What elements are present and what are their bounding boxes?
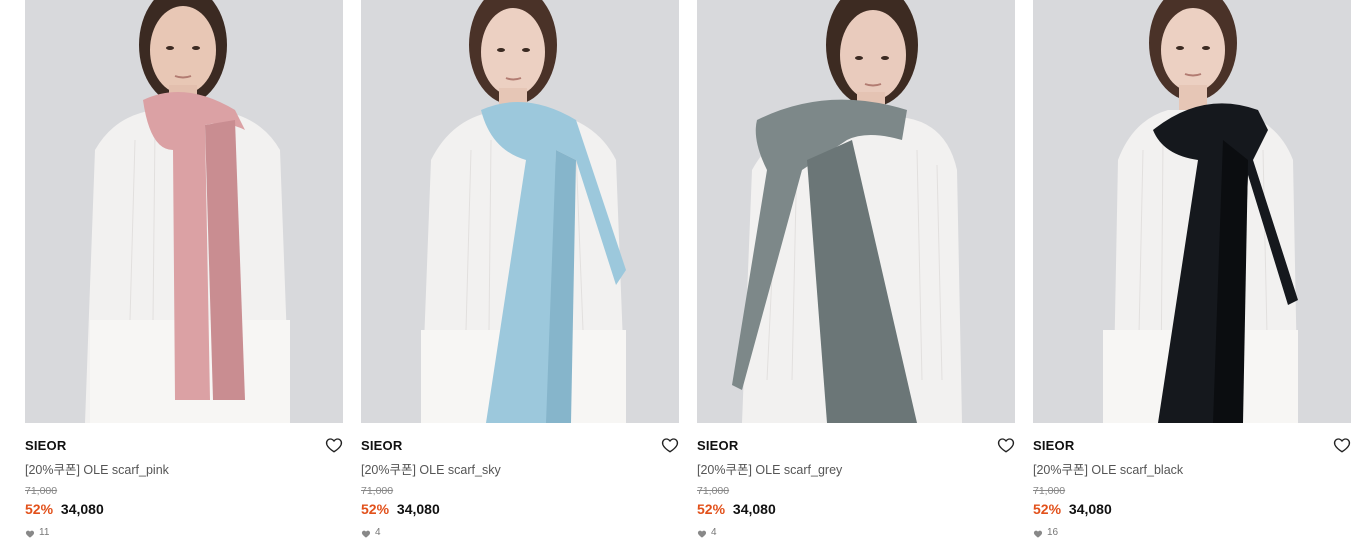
product-title[interactable]: [20%쿠폰] OLE scarf_pink: [25, 462, 343, 478]
product-card[interactable]: SIEOR [20%쿠폰] OLE scarf_pink 71,000 52% …: [25, 0, 343, 556]
product-card[interactable]: SIEOR [20%쿠폰] OLE scarf_black 71,000 52%…: [1033, 0, 1351, 556]
heart-filled-icon: [1033, 530, 1043, 538]
brand-name[interactable]: SIEOR: [361, 438, 402, 453]
product-card[interactable]: SIEOR [20%쿠폰] OLE scarf_sky 71,000 52% 3…: [361, 0, 679, 556]
sale-price: 34,080: [396, 501, 440, 517]
likes-number: 16: [1047, 527, 1059, 538]
original-price: 71,000: [361, 485, 394, 497]
likes-count: 11: [25, 527, 343, 539]
discount-rate: 52%: [697, 501, 726, 517]
model-photo: [361, 0, 679, 423]
product-title[interactable]: [20%쿠폰] OLE scarf_grey: [697, 462, 1015, 478]
price-row: 52% 34,080: [1033, 500, 1351, 518]
price-row: 52% 34,080: [25, 500, 343, 518]
model-photo: [25, 0, 343, 423]
original-price: 71,000: [697, 485, 730, 497]
product-image[interactable]: [25, 0, 343, 423]
discount-rate: 52%: [25, 501, 54, 517]
brand-name[interactable]: SIEOR: [697, 438, 738, 453]
price-row: 52% 34,080: [697, 500, 1015, 518]
product-grid: SIEOR [20%쿠폰] OLE scarf_pink 71,000 52% …: [0, 0, 1355, 556]
product-image[interactable]: [361, 0, 679, 423]
sale-price: 34,080: [60, 501, 104, 517]
product-image[interactable]: [1033, 0, 1351, 423]
likes-count: 16: [1033, 527, 1351, 539]
product-image[interactable]: [697, 0, 1015, 423]
original-price: 71,000: [1033, 485, 1066, 497]
model-photo: [1033, 0, 1351, 423]
likes-number: 4: [375, 527, 381, 538]
heart-filled-icon: [361, 530, 371, 538]
original-price: 71,000: [25, 485, 58, 497]
product-card[interactable]: SIEOR [20%쿠폰] OLE scarf_grey 71,000 52% …: [697, 0, 1015, 556]
sale-price: 34,080: [732, 501, 776, 517]
likes-count: 4: [361, 527, 679, 539]
heart-outline-icon[interactable]: [997, 436, 1015, 454]
heart-filled-icon: [25, 530, 35, 538]
heart-outline-icon[interactable]: [1333, 436, 1351, 454]
brand-name[interactable]: SIEOR: [1033, 438, 1074, 453]
sale-price: 34,080: [1068, 501, 1112, 517]
model-photo: [697, 0, 1015, 423]
heart-outline-icon[interactable]: [325, 436, 343, 454]
heart-filled-icon: [697, 530, 707, 538]
heart-outline-icon[interactable]: [661, 436, 679, 454]
likes-number: 11: [39, 527, 50, 538]
brand-name[interactable]: SIEOR: [25, 438, 66, 453]
product-title[interactable]: [20%쿠폰] OLE scarf_black: [1033, 462, 1351, 478]
likes-number: 4: [711, 527, 717, 538]
price-row: 52% 34,080: [361, 500, 679, 518]
likes-count: 4: [697, 527, 1015, 539]
discount-rate: 52%: [1033, 501, 1062, 517]
product-title[interactable]: [20%쿠폰] OLE scarf_sky: [361, 462, 679, 478]
discount-rate: 52%: [361, 501, 390, 517]
